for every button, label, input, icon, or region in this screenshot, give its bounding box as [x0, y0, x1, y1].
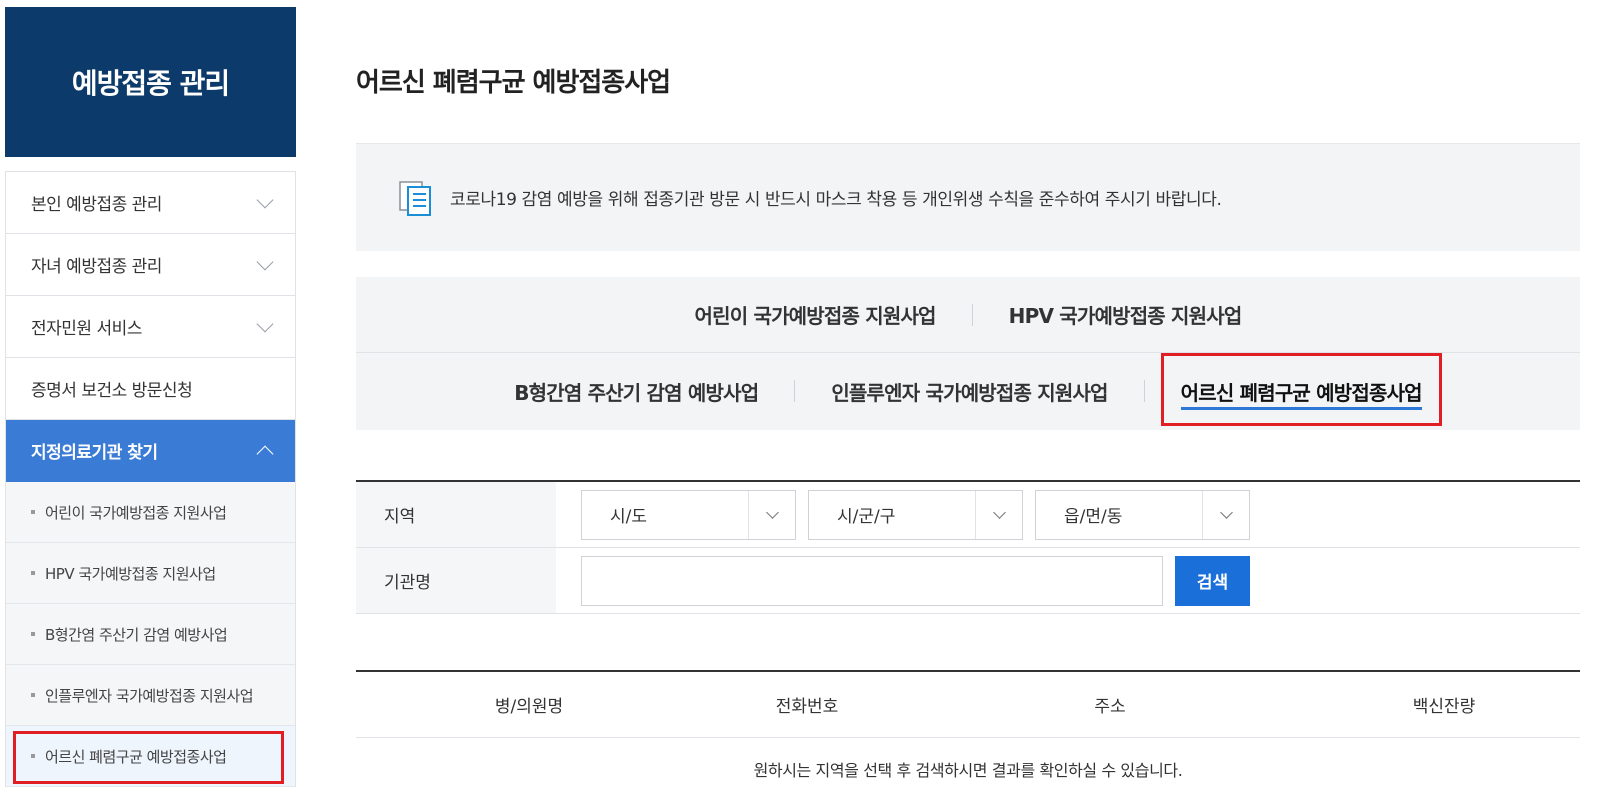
sidebar-item-label: 본인 예방접종 관리 [31, 195, 162, 215]
sidebar-item-child-vaccination[interactable]: 자녀 예방접종 관리 [6, 234, 295, 296]
program-tabs: 어린이 국가예방접종 지원사업 HPV 국가예방접종 지원사업 B형간염 주산기… [356, 277, 1580, 430]
select-arrow [1202, 490, 1249, 539]
sidebar-subitem-pneumococcal[interactable]: 어르신 폐렴구균 예방접종사업 [6, 726, 295, 787]
chevron-down-icon [765, 505, 779, 519]
sidebar-menu: 본인 예방접종 관리 자녀 예방접종 관리 전자민원 서비스 증명서 보건소 방… [5, 171, 296, 787]
notice-box: 코로나19 감염 예방을 위해 접종기관 방문 시 반드시 마스크 착용 등 개… [356, 143, 1580, 251]
sidebar-subitem-label: B형간염 주산기 감염 예방사업 [45, 625, 228, 644]
sidebar-item-e-civil-service[interactable]: 전자민원 서비스 [6, 296, 295, 358]
select-arrow [975, 490, 1022, 539]
search-button[interactable]: 검색 [1175, 555, 1250, 606]
sidebar-item-label: 전자민원 서비스 [31, 319, 142, 339]
sidebar-item-find-institution[interactable]: 지정의료기관 찾기 [6, 420, 295, 482]
sidebar-item-label: 증명서 보건소 방문신청 [31, 381, 193, 401]
institution-row: 기관명 검색 [356, 548, 1580, 614]
sido-value: 시/도 [610, 507, 648, 527]
sidebar-item-label: 지정의료기관 찾기 [31, 443, 158, 463]
sidebar-item-certificate-visit[interactable]: 증명서 보건소 방문신청 [6, 358, 295, 420]
sidebar-subitem-influenza[interactable]: 인플루엔자 국가예방접종 지원사업 [6, 665, 295, 726]
chevron-down-icon [992, 505, 1006, 519]
tab-influenza[interactable]: 인플루엔자 국가예방접종 지원사업 [795, 377, 1143, 406]
tab-pneumococcal[interactable]: 어르신 폐렴구균 예방접종사업 [1145, 352, 1458, 426]
results-header: 병/의원명 전화번호 주소 백신잔량 [356, 672, 1580, 738]
column-header-vaccine-stock: 백신잔량 [1412, 697, 1476, 717]
notice-text: 코로나19 감염 예방을 위해 접종기관 방문 시 반드시 마스크 착용 등 개… [450, 190, 1222, 210]
sidebar-subitem-label: 인플루엔자 국가예방접종 지원사업 [45, 686, 254, 705]
page-title: 어르신 폐렴구균 예방접종사업 [356, 68, 671, 98]
sido-select[interactable]: 시/도 [581, 489, 796, 540]
sidebar-subitem-hepatitis-b[interactable]: B형간염 주산기 감염 예방사업 [6, 604, 295, 665]
chevron-down-icon [1219, 505, 1233, 519]
tab-hpv[interactable]: HPV 국가예방접종 지원사업 [973, 300, 1278, 329]
tab-label: 어르신 폐렴구균 예방접종사업 [1180, 380, 1423, 410]
sidebar-title: 예방접종 관리 [5, 7, 296, 157]
sidebar-subitem-label: 어르신 폐렴구균 예방접종사업 [45, 747, 227, 766]
chevron-down-icon [256, 253, 274, 270]
select-arrow [748, 490, 795, 539]
column-header-address: 주소 [1094, 697, 1126, 717]
region-label: 지역 [356, 482, 556, 547]
tab-row: 어린이 국가예방접종 지원사업 HPV 국가예방접종 지원사업 [356, 277, 1580, 353]
sigungu-value: 시/군/구 [837, 507, 896, 527]
region-row: 지역 시/도 시/군/구 읍/면/동 [356, 482, 1580, 548]
sigungu-select[interactable]: 시/군/구 [808, 489, 1023, 540]
chevron-down-icon [256, 191, 274, 208]
bullet-icon [31, 632, 35, 636]
chevron-up-icon [256, 445, 274, 462]
sidebar-subitem-hpv[interactable]: HPV 국가예방접종 지원사업 [6, 543, 295, 604]
eupmyeondong-select[interactable]: 읍/면/동 [1035, 489, 1250, 540]
bullet-icon [31, 693, 35, 697]
bullet-icon [31, 571, 35, 575]
bullet-icon [31, 754, 35, 758]
search-form: 지역 시/도 시/군/구 읍/면/동 기관명 검색 [356, 480, 1580, 614]
sidebar-subitem-label: 어린이 국가예방접종 지원사업 [45, 503, 227, 522]
document-icon [399, 180, 431, 216]
results-table: 병/의원명 전화번호 주소 백신잔량 원하시는 지역을 선택 후 검색하시면 결… [356, 670, 1580, 792]
sidebar-item-label: 자녀 예방접종 관리 [31, 257, 162, 277]
sidebar-subitem-child[interactable]: 어린이 국가예방접종 지원사업 [6, 482, 295, 543]
eupmyeondong-value: 읍/면/동 [1064, 507, 1123, 527]
empty-results-message: 원하시는 지역을 선택 후 검색하시면 결과를 확인하실 수 있습니다. [356, 738, 1580, 792]
tab-row: B형간염 주산기 감염 예방사업 인플루엔자 국가예방접종 지원사업 어르신 폐… [356, 352, 1580, 429]
institution-name-input[interactable] [581, 555, 1163, 606]
bullet-icon [31, 510, 35, 514]
institution-name-label: 기관명 [356, 548, 556, 613]
sidebar-subitem-label: HPV 국가예방접종 지원사업 [45, 564, 216, 583]
tab-child-vaccination[interactable]: 어린이 국가예방접종 지원사업 [659, 300, 972, 329]
sidebar-submenu: 어린이 국가예방접종 지원사업 HPV 국가예방접종 지원사업 B형간염 주산기… [6, 482, 295, 787]
tab-hepatitis-b[interactable]: B형간염 주산기 감염 예방사업 [478, 377, 794, 406]
sidebar-item-self-vaccination[interactable]: 본인 예방접종 관리 [6, 172, 295, 234]
column-header-phone: 전화번호 [775, 697, 839, 717]
sidebar: 예방접종 관리 본인 예방접종 관리 자녀 예방접종 관리 전자민원 서비스 증… [5, 7, 296, 787]
region-selects: 시/도 시/군/구 읍/면/동 [556, 489, 1250, 540]
column-header-clinic-name: 병/의원명 [494, 697, 564, 717]
chevron-down-icon [256, 315, 274, 332]
